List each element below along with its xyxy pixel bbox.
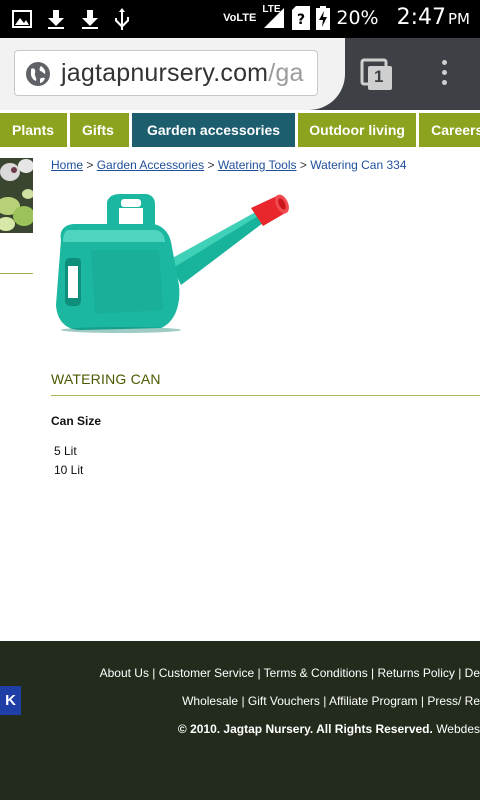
breadcrumb-garden-accessories[interactable]: Garden Accessories: [97, 158, 204, 172]
site-footer: K About Us | Customer Service | Terms & …: [0, 641, 480, 800]
download-icon: [82, 10, 98, 29]
footer-copyright: © 2010. Jagtap Nursery. All Rights Reser…: [178, 722, 480, 736]
plant-thumbnail-image: [0, 158, 33, 233]
breadcrumb-separator: >: [86, 158, 94, 172]
menu-dot-icon: [441, 70, 447, 75]
can-size-label: Can Size: [51, 414, 102, 428]
signal-icon: LTE: [262, 4, 286, 30]
menu-dot-icon: [441, 60, 447, 65]
url-text: jagtapnursery.com/ga: [61, 59, 304, 88]
sidebar-divider: [0, 273, 33, 274]
nav-item-careers[interactable]: Careers: [419, 113, 480, 147]
webdesign-credit[interactable]: Webdes: [436, 722, 480, 736]
breadcrumb-home[interactable]: Home: [51, 158, 83, 172]
address-bar[interactable]: jagtapnursery.com/ga: [14, 50, 318, 96]
size-option-10-lit[interactable]: 10 Lit: [54, 463, 83, 477]
footer-links-row-1[interactable]: About Us | Customer Service | Terms & Co…: [100, 666, 480, 680]
globe-icon: [26, 62, 50, 86]
status-bar: VoLTE LTE ? 20% 2:47 PM: [0, 0, 480, 38]
nav-item-outdoor-living[interactable]: Outdoor living: [298, 113, 417, 147]
tab-switcher-button[interactable]: 1: [360, 58, 394, 97]
breadcrumb-separator: >: [299, 158, 307, 172]
breadcrumb-watering-tools[interactable]: Watering Tools: [218, 158, 297, 172]
battery-percent: 20%: [336, 6, 379, 29]
overflow-menu-button[interactable]: [440, 60, 448, 90]
nav-item-gifts[interactable]: Gifts: [70, 113, 129, 147]
footer-links-row-2[interactable]: Wholesale | Gift Vouchers | Affiliate Pr…: [182, 694, 480, 708]
breadcrumb-separator: >: [207, 158, 215, 172]
volte-label: VoLTE: [223, 11, 257, 24]
address-bar-area: jagtapnursery.com/ga: [0, 38, 345, 110]
svg-text:?: ?: [297, 12, 305, 28]
footer-badge[interactable]: K: [0, 686, 21, 715]
sidebar-thumbnail[interactable]: [0, 158, 33, 233]
copyright-text: © 2010. Jagtap Nursery. All Rights Reser…: [177, 722, 433, 736]
clock-time: 2:47: [396, 5, 446, 30]
product-image[interactable]: [51, 190, 291, 335]
download-icon: [48, 10, 64, 29]
gallery-icon: [12, 10, 32, 28]
product-title: WATERING CAN: [51, 371, 161, 387]
browser-toolbar: jagtapnursery.com/ga 1: [0, 38, 480, 110]
size-option-5-lit[interactable]: 5 Lit: [54, 444, 77, 458]
breadcrumb-current: Watering Can 334: [310, 158, 407, 172]
tab-count: 1: [374, 67, 384, 86]
url-domain: jagtapnursery.com: [61, 59, 269, 87]
battery-charging-icon: [316, 5, 331, 30]
url-path: /ga: [268, 59, 304, 87]
breadcrumb: Home > Garden Accessories > Watering Too…: [51, 158, 407, 172]
menu-dot-icon: [441, 80, 447, 85]
nav-item-garden-accessories[interactable]: Garden accessories: [132, 113, 296, 147]
sim-unknown-icon: ?: [292, 5, 311, 30]
clock: 2:47 PM: [397, 5, 470, 30]
clock-ampm: PM: [448, 10, 470, 28]
main-nav: Plants Gifts Garden accessories Outdoor …: [0, 113, 480, 147]
title-divider: [51, 395, 480, 396]
usb-icon: [115, 8, 129, 30]
nav-item-plants[interactable]: Plants: [0, 113, 67, 147]
